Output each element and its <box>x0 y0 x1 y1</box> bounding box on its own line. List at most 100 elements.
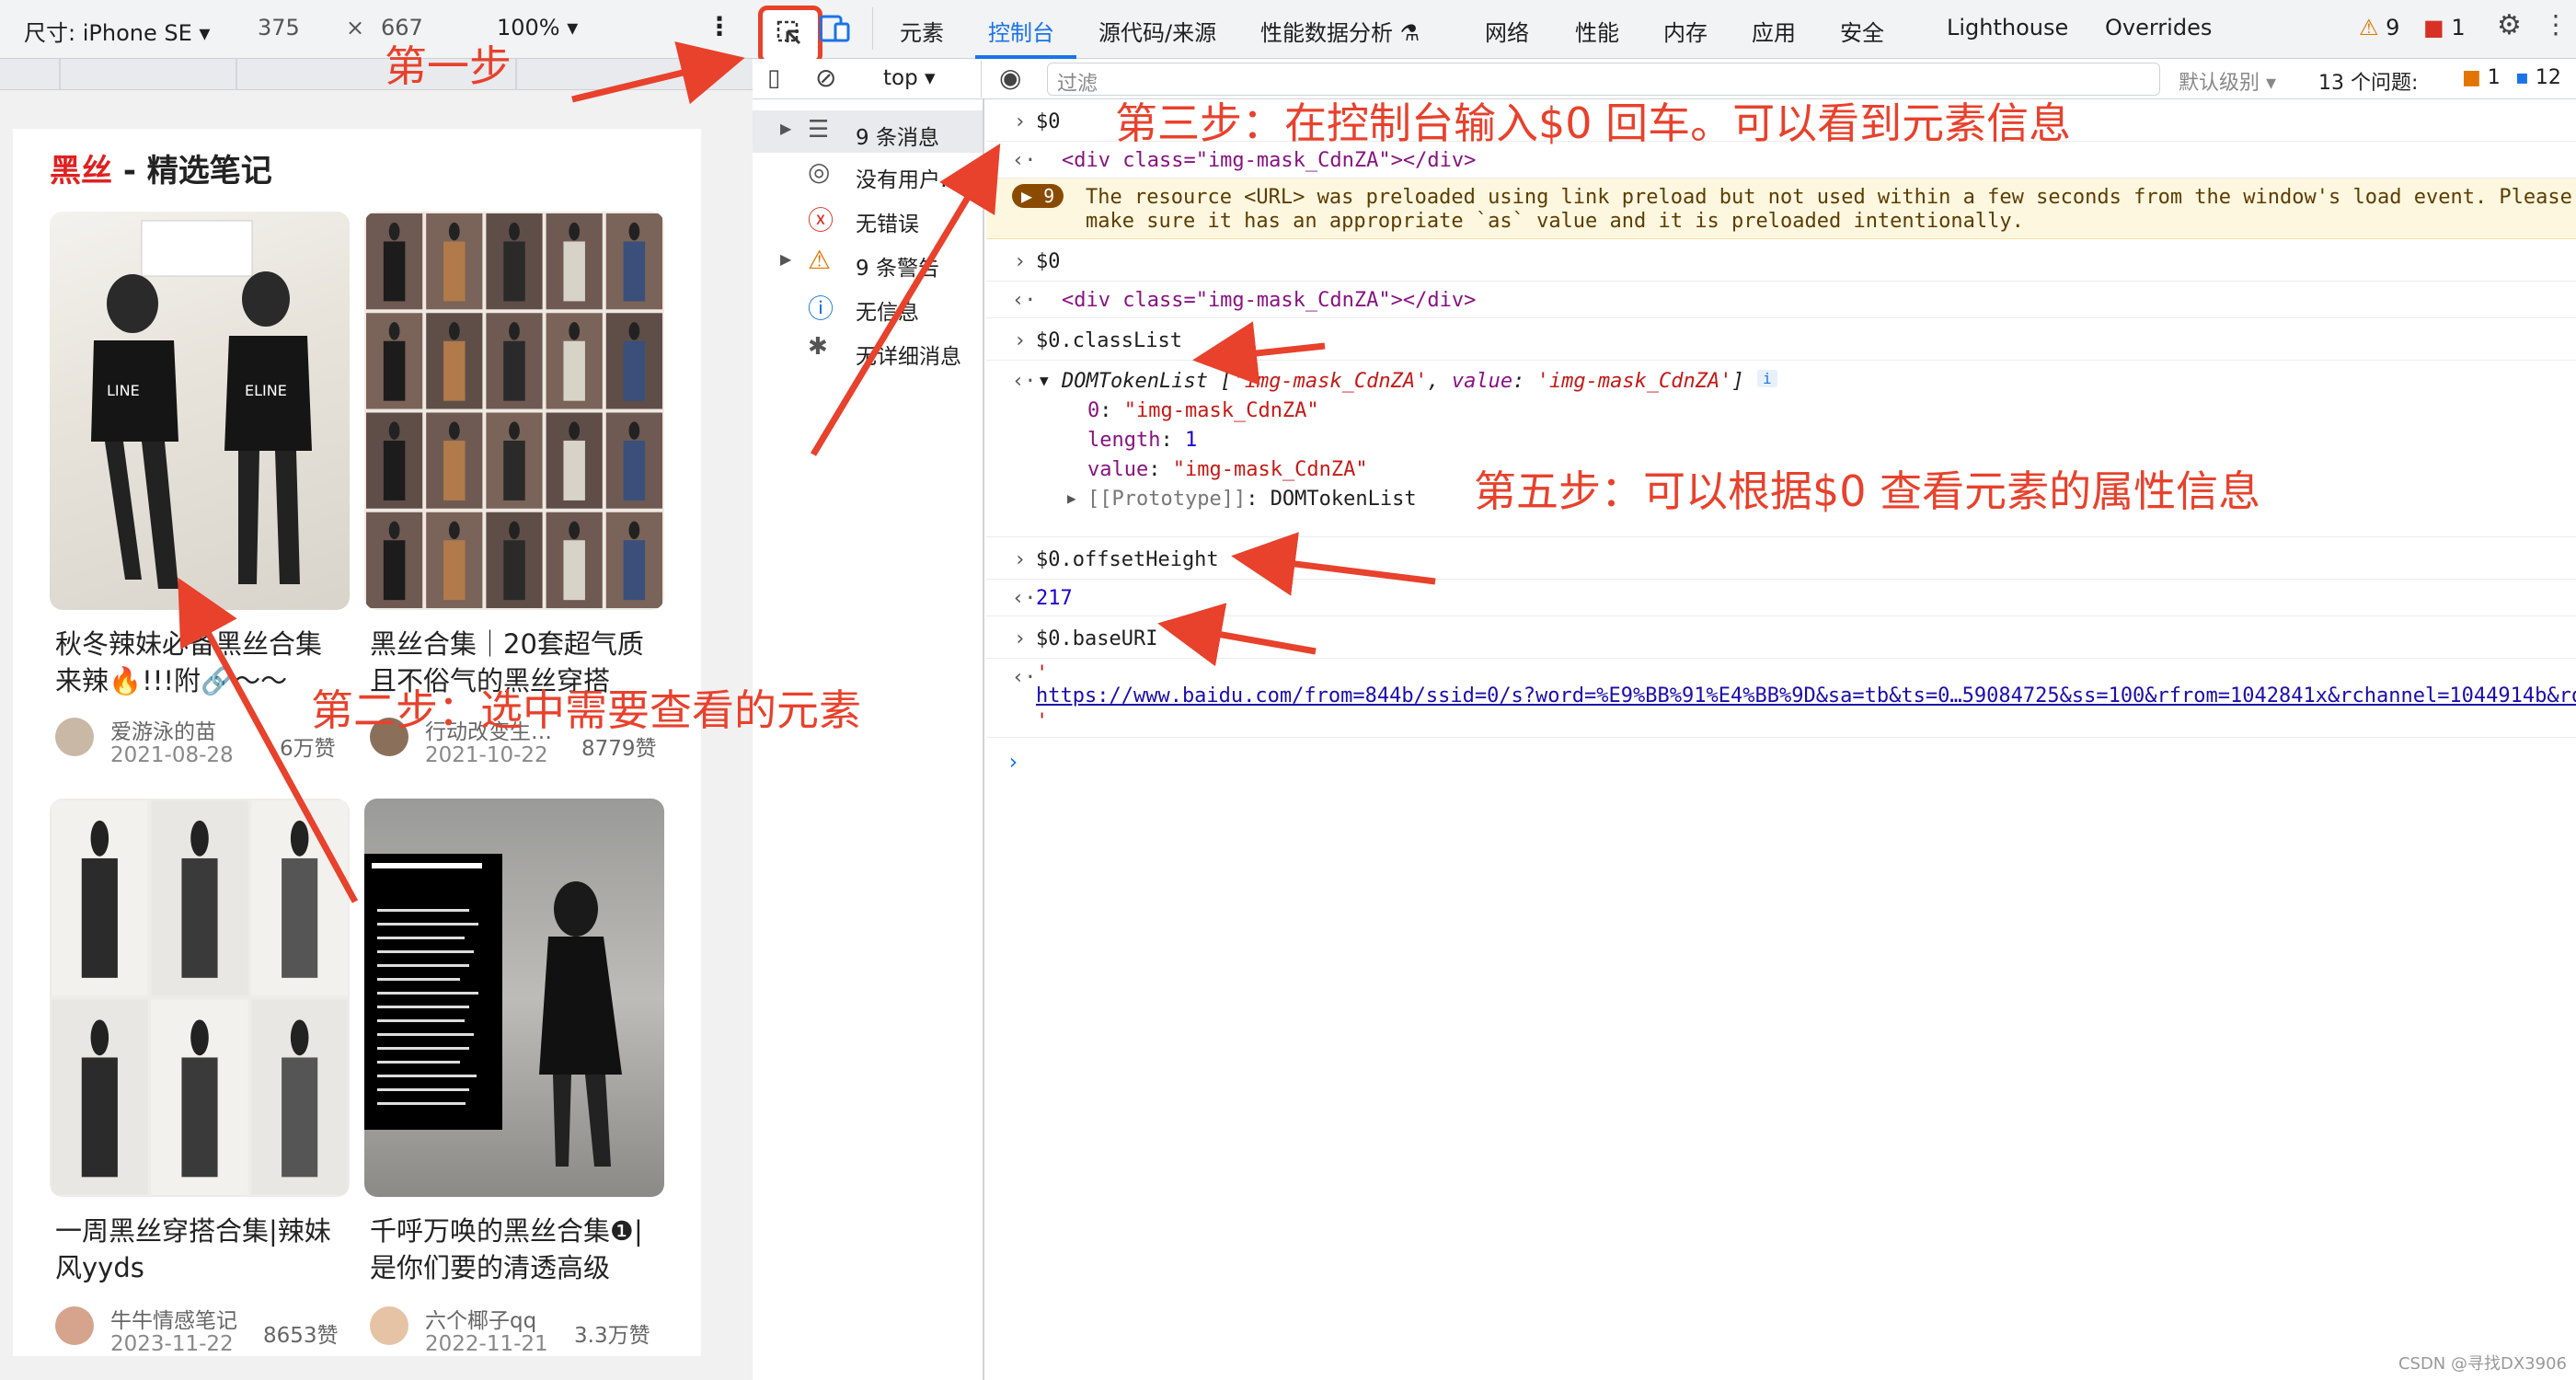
device-toggle-icon[interactable] <box>817 13 854 46</box>
live-expression-eye-icon[interactable]: ◉ <box>999 63 1021 93</box>
info-badge-icon[interactable]: i <box>1757 370 1777 387</box>
author-name[interactable]: 牛牛情感笔记 <box>110 1303 237 1334</box>
console-result-row[interactable]: ‹· ' https://www.baidu.com/from=844b/ssi… <box>986 659 2576 738</box>
tokenlist-prototype[interactable]: [[Prototype]]: DOMTokenList <box>1087 488 1417 511</box>
sidebar-item-verbose[interactable]: ✱ 无详细消息 <box>753 329 983 372</box>
output-arrow-icon: ‹· <box>1012 370 1037 393</box>
input-prompt-icon: › <box>1014 548 1027 571</box>
note-date: 2021-10-22 <box>425 743 548 767</box>
like-count: 8653赞 <box>263 1324 339 1348</box>
annotation-step3: 第三步：在控制台输入$0 回车。可以看到元素信息 <box>1115 98 2072 148</box>
console-result[interactable]: <div class="img-mask_CdnZA"></div> <box>1062 289 1476 312</box>
console-input-row[interactable]: › $0 <box>986 239 2576 282</box>
console-warning-row[interactable]: ▶ 9 The resource <URL> was preloaded usi… <box>986 178 2576 239</box>
width-field[interactable]: 375 <box>258 15 300 40</box>
tab-sources[interactable]: 源代码/来源 <box>1098 15 1216 47</box>
tokenlist-prop-value: value: "img-mask_CdnZA" <box>1087 458 1368 481</box>
console-input-row[interactable]: › $0.offsetHeight <box>986 537 2576 580</box>
tab-security[interactable]: 安全 <box>1840 15 1884 47</box>
issues-label[interactable]: 13 个问题: <box>2318 66 2418 96</box>
issues-error-badge[interactable]: ■ 1 <box>2462 66 2501 89</box>
note-title[interactable]: 千呼万唤的黑丝合集❶| 是你们要的清透高级 <box>370 1213 673 1286</box>
avatar <box>55 1306 94 1345</box>
expand-triangle-icon[interactable]: ▶ <box>1067 489 1076 507</box>
media-query-ruler <box>0 59 753 90</box>
settings-gear-icon[interactable]: ⚙ <box>2497 9 2522 41</box>
console-command: $0 <box>1036 110 1061 133</box>
base-uri-link[interactable]: https://www.baidu.com/from=844b/ssid=0/s… <box>1036 684 2576 707</box>
tab-performance[interactable]: 性能 <box>1575 15 1619 47</box>
console-result: 217 <box>1036 587 1073 610</box>
phone-page: 黑丝 - 精选笔记 LINE ELINE 秋冬辣妹必备黑丝合集 来辣🔥!!!附🔗… <box>13 129 701 1356</box>
image-grid <box>366 213 662 608</box>
sidebar-item-warnings[interactable]: ▶ ⚠ 9 条警告 <box>753 241 983 283</box>
note-image[interactable] <box>364 212 664 610</box>
warnings-badge[interactable]: ⚠ 9 <box>2359 15 2399 40</box>
avatar <box>370 1306 408 1345</box>
context-select[interactable]: top ▾ <box>883 66 936 90</box>
warning-text-line2: make sure it has an appropriate `as` val… <box>1086 210 2024 233</box>
console-result-row[interactable]: ‹· <div class="img-mask_CdnZA"></div> <box>986 282 2576 318</box>
more-menu-icon[interactable]: ⋮ <box>2543 9 2569 40</box>
tab-console[interactable]: 控制台 <box>988 15 1054 47</box>
tab-performance-insights[interactable]: 性能数据分析 ⚗ <box>1260 15 1420 47</box>
clear-console-icon[interactable]: ⊘ <box>815 63 836 93</box>
note-date: 2022-11-21 <box>425 1332 548 1356</box>
tab-application[interactable]: 应用 <box>1752 15 1796 47</box>
avatar <box>55 718 94 756</box>
author-name[interactable]: 爱游泳的苗 <box>110 714 216 745</box>
device-toolbar: 尺寸: iPhone SE ▾ 375 × 667 100% ▾ ⋮ <box>0 0 753 59</box>
collapse-triangle-icon[interactable]: ▼ <box>1040 372 1049 389</box>
page-title: 黑丝 - 精选笔记 <box>50 153 272 190</box>
note-image[interactable]: LINE ELINE <box>50 212 350 610</box>
errors-badge[interactable]: ■ 1 <box>2423 15 2466 40</box>
sidebar-toggle-icon[interactable]: ▯ <box>767 64 780 92</box>
user-icon: ◎ <box>808 156 831 187</box>
console-prompt[interactable]: › <box>1006 749 1019 775</box>
times-sign: × <box>346 15 365 40</box>
tab-network[interactable]: 网络 <box>1485 15 1529 47</box>
output-arrow-icon: ‹· <box>1012 149 1037 172</box>
tab-elements[interactable]: 元素 <box>900 15 944 47</box>
info-icon: ⓘ <box>808 293 834 324</box>
sidebar-item-messages[interactable]: ▶ ☰ 9 条消息 <box>753 110 983 153</box>
warning-icon: ⚠ <box>2359 15 2379 40</box>
more-options-icon[interactable]: ⋮ <box>707 11 732 41</box>
tab-memory[interactable]: 内存 <box>1663 15 1708 47</box>
console-input-row[interactable]: › $0.baseURI <box>986 616 2576 659</box>
expand-arrow-icon: ▶ <box>780 250 792 268</box>
tab-lighthouse[interactable]: Lighthouse <box>1947 15 2068 40</box>
console-sidebar: ▶ ☰ 9 条消息 ◎ 没有用户… ⓧ 无错误 ▶ ⚠ 9 条警告 ⓘ 无信息 … <box>753 99 984 1380</box>
console-input-row[interactable]: › $0.classList <box>986 318 2576 361</box>
tab-overrides[interactable]: Overrides <box>2105 15 2212 40</box>
issues-info-badge[interactable]: ▪ 12 <box>2515 66 2561 89</box>
like-count: 3.3万赞 <box>574 1324 650 1348</box>
warning-text-line1: The resource <URL> was preloaded using l… <box>1086 186 2572 209</box>
note-image[interactable] <box>50 799 350 1197</box>
watermark: CSDN @寻找DX3906 <box>2398 1354 2567 1374</box>
console-result[interactable]: <div class="img-mask_CdnZA"></div> <box>1062 149 1476 172</box>
devtools-tabbar: 元素 控制台 源代码/来源 性能数据分析 ⚗ 网络 性能 内存 应用 安全 Li… <box>753 0 2576 64</box>
annotation-step5: 第五步：可以根据$0 查看元素的属性信息 <box>1474 466 2261 516</box>
svg-text:ELINE: ELINE <box>245 382 287 399</box>
tokenlist-prop-length: length: 1 <box>1087 429 1198 452</box>
sidebar-item-info[interactable]: ⓘ 无信息 <box>753 285 983 328</box>
note-image[interactable] <box>364 799 664 1197</box>
input-prompt-icon: › <box>1014 110 1027 133</box>
device-select[interactable]: 尺寸: iPhone SE ▾ <box>24 15 210 47</box>
log-level-select[interactable]: 默认级别 ▾ <box>2179 66 2276 96</box>
svg-text:LINE: LINE <box>107 382 140 399</box>
sidebar-item-user-messages[interactable]: ◎ 没有用户… <box>753 153 983 195</box>
note-date: 2023-11-22 <box>110 1332 234 1356</box>
tokenlist-summary[interactable]: DOMTokenList ['img-mask_CdnZA', value: '… <box>1062 370 1744 393</box>
inspect-element-button[interactable] <box>758 6 822 64</box>
warning-icon: ⚠ <box>808 245 832 275</box>
note-title[interactable]: 一周黑丝穿搭合集|辣妹 风yyds <box>55 1213 359 1286</box>
sidebar-item-errors[interactable]: ⓧ 无错误 <box>753 197 983 239</box>
warning-repeat-badge: ▶ 9 <box>1012 184 1064 208</box>
console-result-row: ‹· 217 <box>986 580 2576 616</box>
list-icon: ☰ <box>808 116 830 144</box>
author-name[interactable]: 六个椰子qq <box>425 1303 536 1334</box>
input-prompt-icon: › <box>1014 250 1027 273</box>
flask-icon: ⚗ <box>1399 20 1420 46</box>
